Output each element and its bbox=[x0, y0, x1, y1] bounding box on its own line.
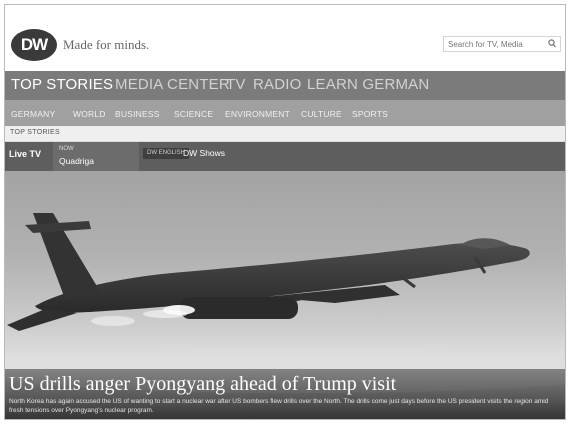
site-slogan: Made for minds. bbox=[63, 37, 150, 52]
subnav-business[interactable]: BUSINESS bbox=[115, 109, 160, 119]
nav-top-stories[interactable]: TOP STORIES bbox=[11, 76, 113, 93]
breadcrumb[interactable]: TOP STORIES bbox=[10, 129, 60, 136]
hero-caption: US drills anger Pyongyang ahead of Trump… bbox=[5, 369, 565, 419]
subnav-sports[interactable]: SPORTS bbox=[352, 109, 388, 119]
hero-story[interactable]: US drills anger Pyongyang ahead of Trump… bbox=[5, 171, 565, 419]
browser-page: DW Made for minds. TOP STORIES MEDIA CEN… bbox=[4, 4, 566, 420]
subnav-science[interactable]: SCIENCE bbox=[174, 109, 213, 119]
search-input[interactable] bbox=[444, 37, 548, 51]
now-playing[interactable]: NOW Quadriga bbox=[53, 142, 139, 171]
subnav-culture[interactable]: CULTURE bbox=[301, 109, 342, 119]
live-tv-bar: Live TV NOW Quadriga DW ENGLISH DW Shows bbox=[5, 142, 565, 171]
channel-shows-link[interactable]: DW Shows bbox=[183, 148, 225, 158]
nav-tv[interactable]: TV bbox=[226, 76, 246, 93]
nav-media-center[interactable]: MEDIA CENTER bbox=[115, 76, 230, 93]
now-label: NOW bbox=[59, 146, 74, 152]
hero-headline[interactable]: US drills anger Pyongyang ahead of Trump… bbox=[9, 373, 396, 396]
live-tv-label[interactable]: Live TV bbox=[9, 149, 41, 159]
subnav-environment[interactable]: ENVIRONMENT bbox=[225, 109, 290, 119]
hero-teaser: North Korea has again accused the US of … bbox=[9, 398, 549, 414]
subnav-world[interactable]: WORLD bbox=[73, 109, 106, 119]
search-icon[interactable] bbox=[548, 38, 556, 50]
subnav-germany[interactable]: GERMANY bbox=[11, 109, 55, 119]
breadcrumb-bar: TOP STORIES bbox=[5, 126, 565, 142]
main-navigation: TOP STORIES MEDIA CENTER TV RADIO LEARN … bbox=[5, 71, 565, 100]
search-box[interactable] bbox=[443, 36, 561, 52]
nav-learn-german[interactable]: LEARN GERMAN bbox=[307, 76, 429, 93]
section-navigation: GERMANY WORLD BUSINESS SCIENCE ENVIRONME… bbox=[5, 100, 565, 126]
now-playing-title: Quadriga bbox=[59, 156, 94, 166]
dw-logo[interactable]: DW bbox=[11, 29, 57, 61]
nav-radio[interactable]: RADIO bbox=[253, 76, 302, 93]
site-header: DW Made for minds. bbox=[5, 5, 565, 71]
